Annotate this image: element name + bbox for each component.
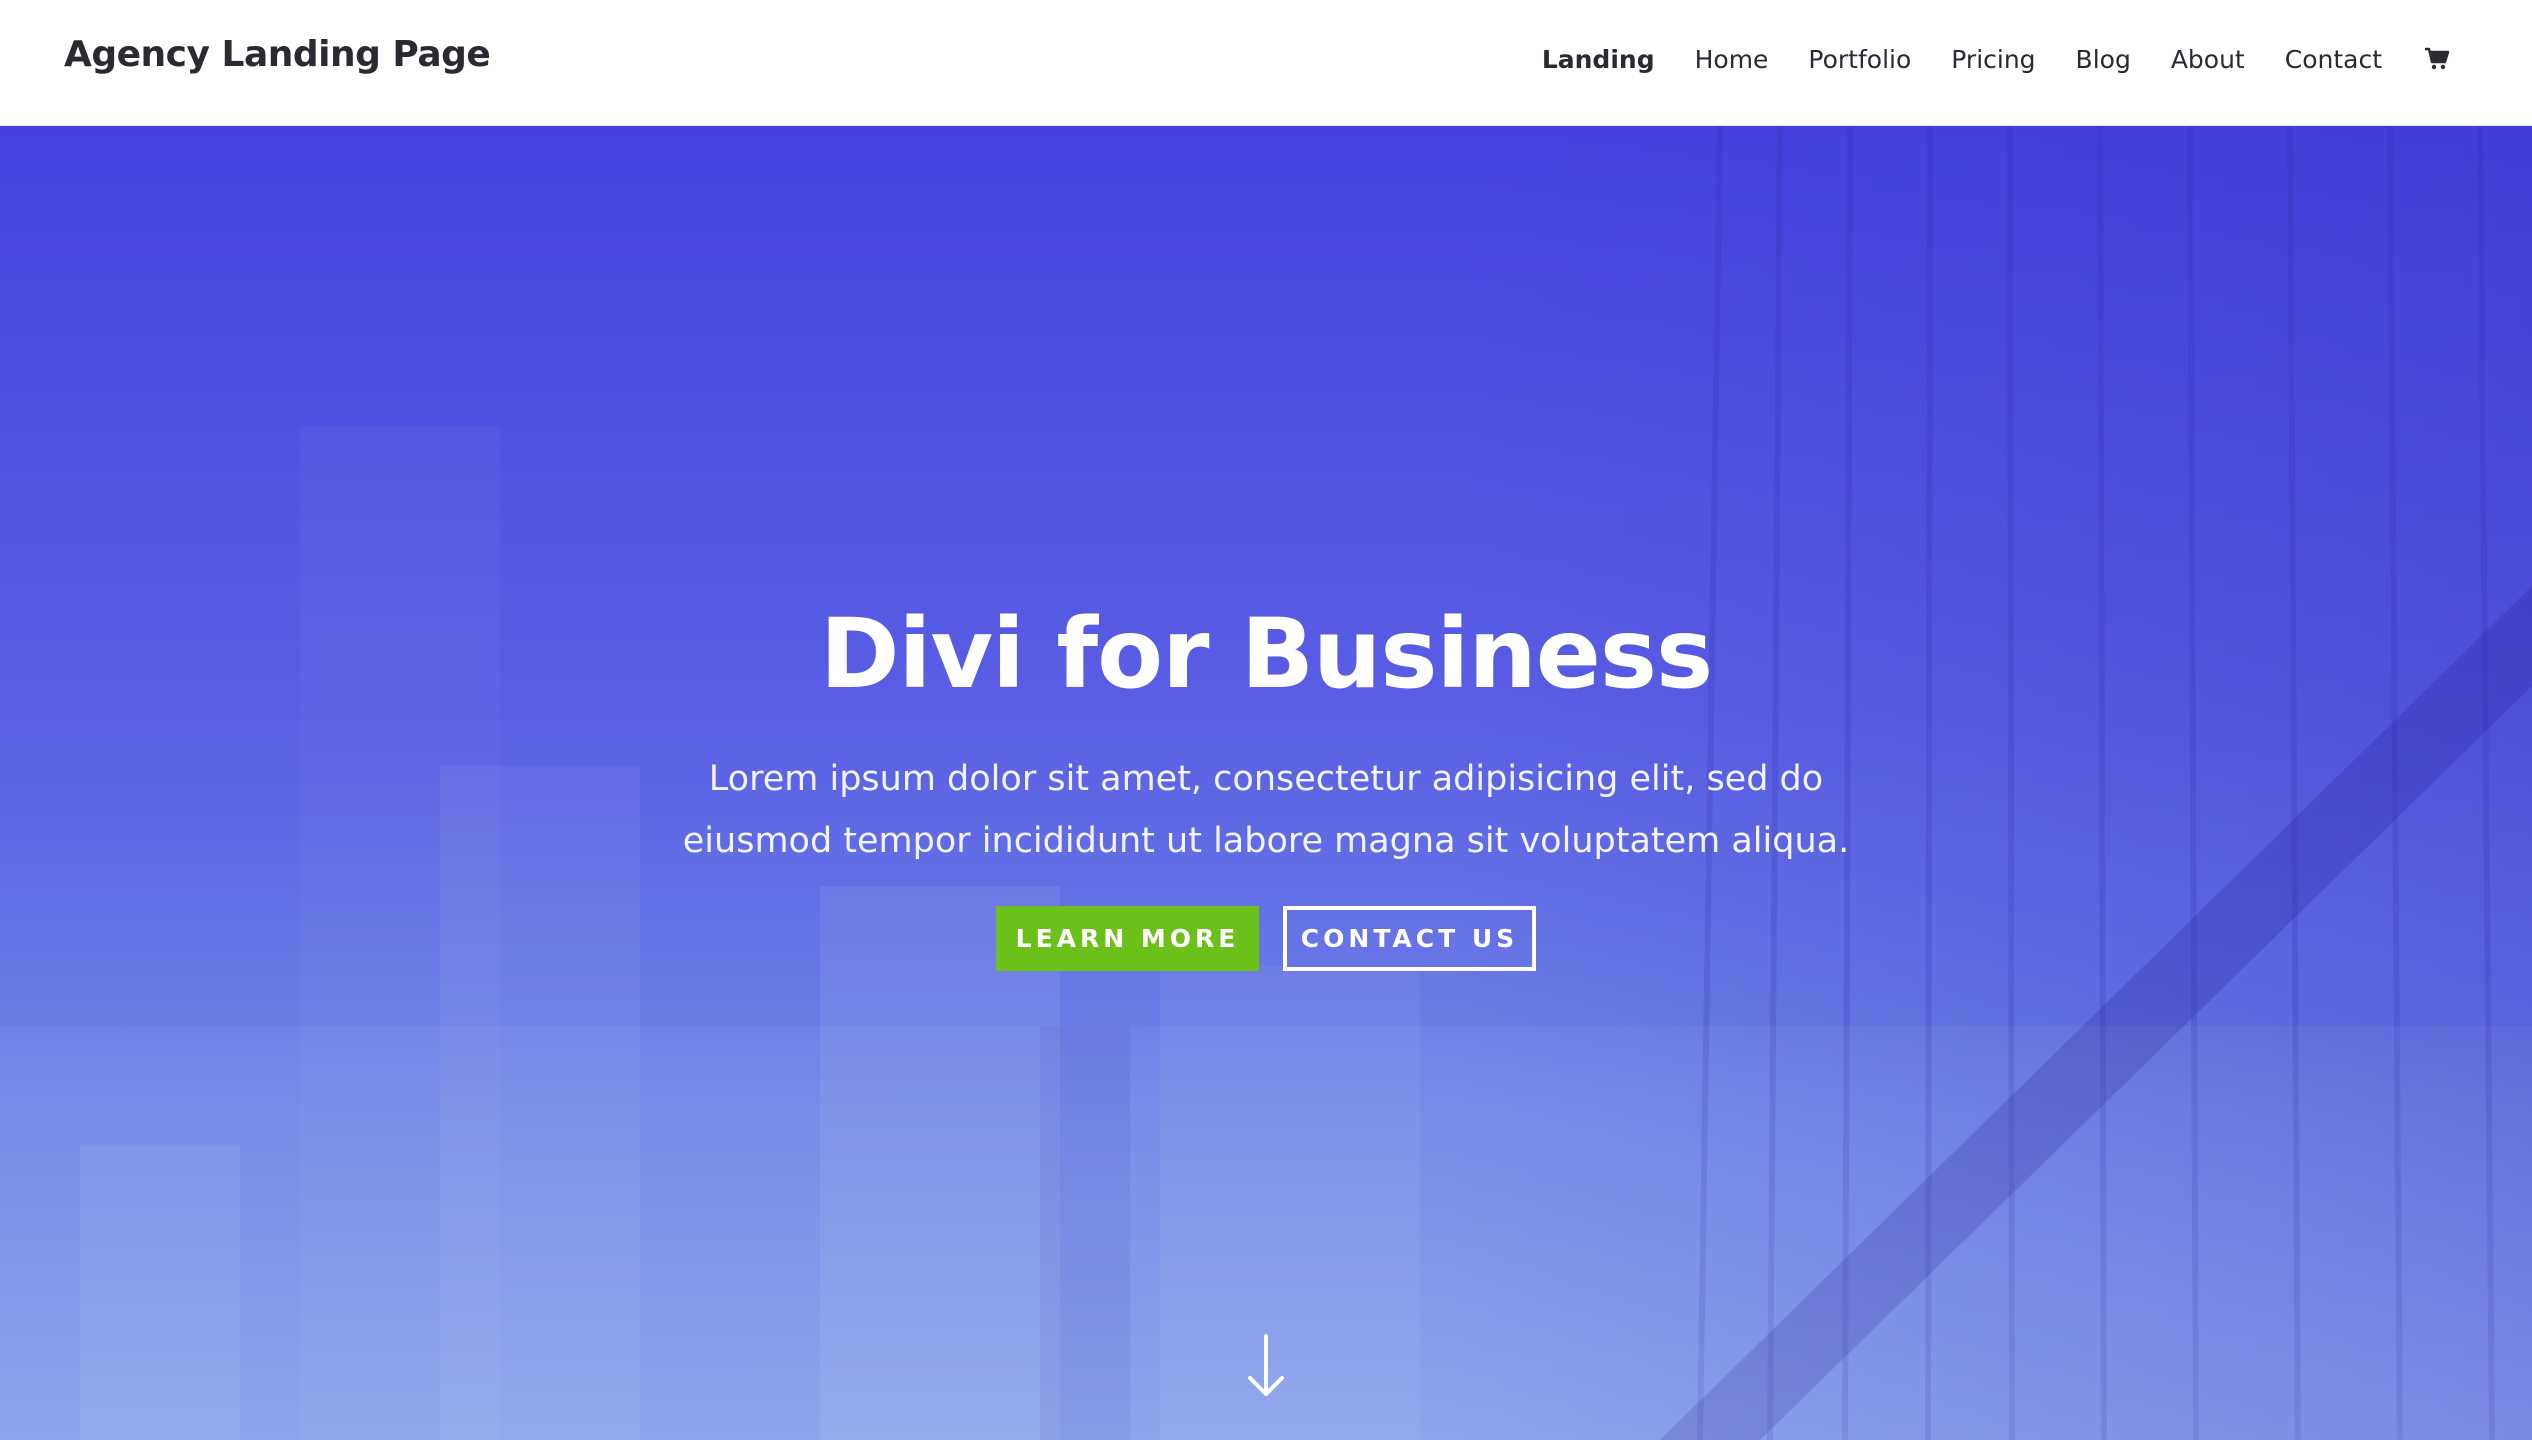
nav-item-portfolio[interactable]: Portfolio — [1808, 45, 1911, 74]
main-nav: Landing Home Portfolio Pricing Blog Abou… — [1542, 44, 2452, 74]
hero-section: Divi for Business Lorem ipsum dolor sit … — [0, 126, 2532, 1440]
nav-item-landing[interactable]: Landing — [1542, 45, 1655, 74]
site-title[interactable]: Agency Landing Page — [64, 34, 491, 75]
learn-more-button[interactable]: LEARN MORE — [996, 905, 1259, 971]
page: Agency Landing Page Landing Home Portfol… — [0, 0, 2532, 1440]
hero-subtitle: Lorem ipsum dolor sit amet, consectetur … — [682, 758, 1850, 861]
nav-item-about[interactable]: About — [2171, 45, 2245, 74]
shopping-cart-icon[interactable] — [2422, 44, 2452, 74]
nav-item-contact[interactable]: Contact — [2285, 45, 2382, 74]
site-header: Agency Landing Page Landing Home Portfol… — [0, 0, 2532, 126]
hero-buttons: LEARN MORE CONTACT US — [0, 905, 2532, 971]
hero-content: Divi for Business Lorem ipsum dolor sit … — [0, 598, 2532, 971]
arrow-down-icon[interactable] — [1246, 1334, 1286, 1398]
contact-us-button[interactable]: CONTACT US — [1283, 905, 1536, 971]
nav-item-blog[interactable]: Blog — [2076, 45, 2131, 74]
hero-title: Divi for Business — [819, 598, 1713, 710]
nav-item-home[interactable]: Home — [1695, 45, 1769, 74]
nav-item-pricing[interactable]: Pricing — [1951, 45, 2035, 74]
